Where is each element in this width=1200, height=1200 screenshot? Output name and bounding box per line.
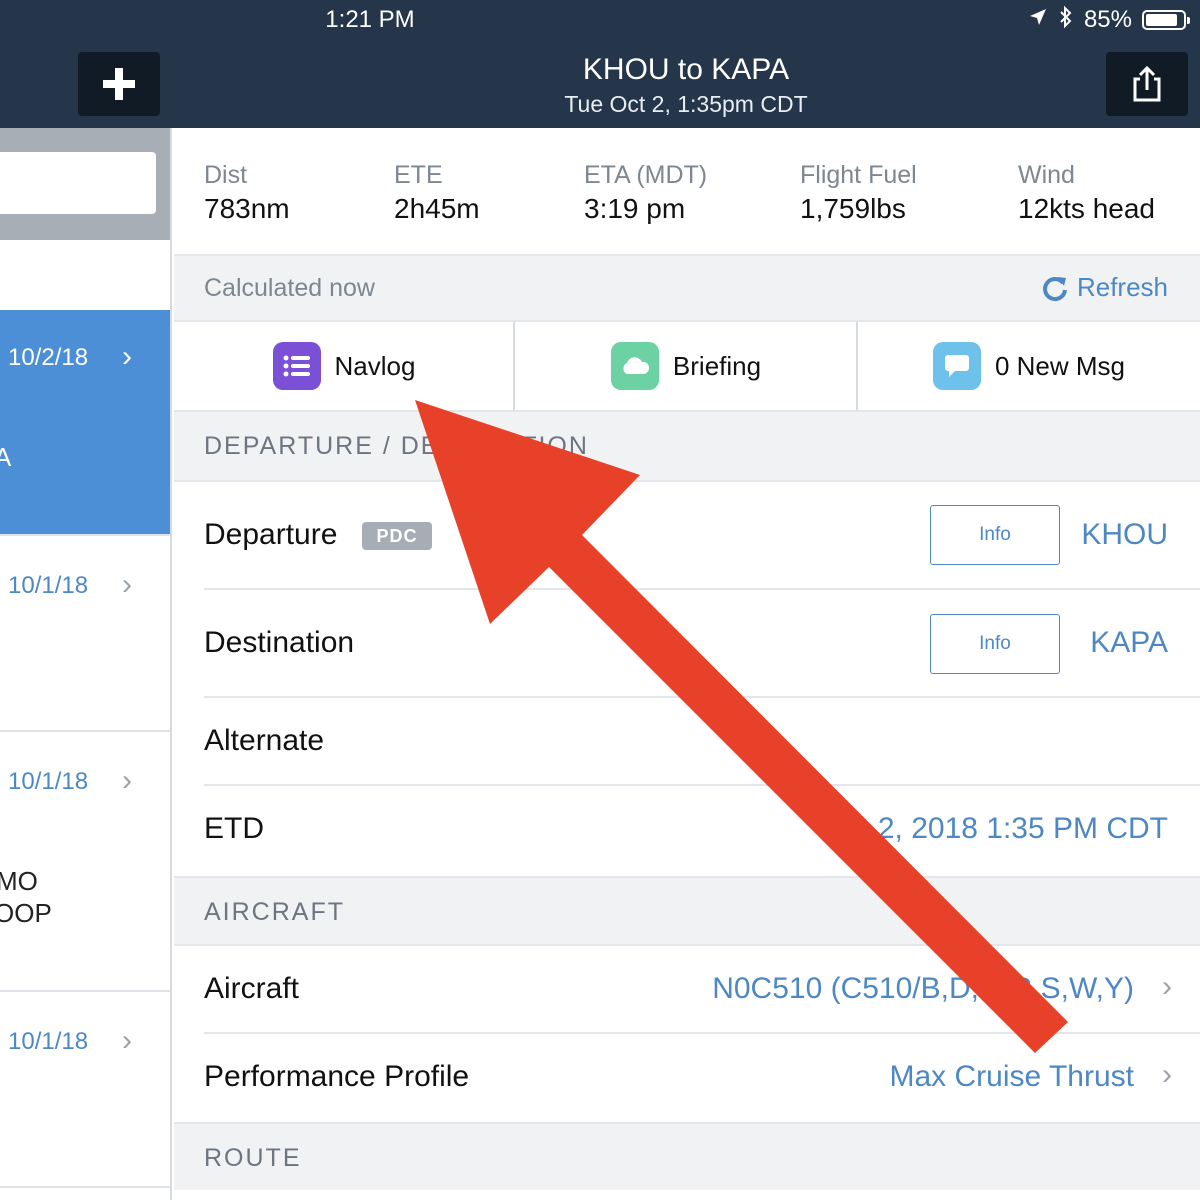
row-label: ETD: [204, 812, 264, 845]
row-label: Departure: [204, 518, 338, 551]
departure-airport[interactable]: KHOU: [1081, 518, 1168, 552]
pdc-badge: PDC: [362, 522, 432, 550]
battery-percent: 85%: [1083, 6, 1132, 33]
list-item[interactable]: 10/1/18 › MO OOP: [0, 732, 170, 992]
etd-value[interactable]: Oct 2, 2018 1:35 PM CDT: [823, 812, 1168, 846]
list-item-text: OOP: [0, 898, 52, 928]
stat-wind: Wind 12kts head: [1018, 158, 1155, 226]
destination-airport[interactable]: KAPA: [1090, 626, 1168, 660]
messages-label: 0 New Msg: [994, 350, 1126, 381]
row-destination[interactable]: Destination Info KAPA: [174, 590, 1200, 698]
messages-button[interactable]: 0 New Msg: [858, 322, 1200, 410]
location-icon: [1028, 6, 1048, 34]
row-label: Alternate: [204, 724, 325, 757]
row-departure[interactable]: Departure PDC Info KHOU: [174, 482, 1200, 590]
stat-label: Flight Fuel: [800, 161, 917, 189]
row-aircraft[interactable]: Aircraft N0C510 (C510/B,D,G,R,S,W,Y) ›: [174, 946, 1200, 1034]
chevron-right-icon: ›: [122, 340, 132, 373]
refresh-icon: [1043, 276, 1067, 301]
row-performance-profile[interactable]: Performance Profile Max Cruise Thrust ›: [174, 1034, 1200, 1122]
section-title: DEPARTURE / DESTINATION: [204, 432, 589, 460]
list-item[interactable]: 10/1/18 ›: [0, 992, 170, 1188]
bluetooth-icon: [1058, 5, 1074, 36]
search-input[interactable]: [0, 152, 156, 214]
sidebar-search-area: [0, 128, 170, 240]
stat-label: Dist: [204, 161, 248, 189]
performance-profile-value: Max Cruise Thrust: [889, 1060, 1134, 1093]
battery-level: [1146, 14, 1177, 26]
route-content: [174, 1190, 1200, 1200]
add-button[interactable]: [78, 52, 160, 116]
stat-label: ETA (MDT): [584, 161, 708, 189]
stat-value: 2h45m: [394, 193, 480, 224]
page-title: KHOU to KAPA: [582, 53, 790, 86]
list-item[interactable]: 10/1/18 ›: [0, 536, 170, 732]
list-item-date: 10/1/18: [8, 1028, 89, 1055]
chevron-right-icon: ›: [1162, 1058, 1172, 1091]
page-subtitle: Tue Oct 2, 1:35pm CDT: [564, 91, 808, 117]
section-header-route: ROUTE: [174, 1122, 1200, 1192]
stat-eta: ETA (MDT) 3:19 pm: [584, 158, 707, 226]
stat-label: Wind: [1018, 161, 1075, 189]
cloud-icon: [610, 342, 659, 390]
share-button[interactable]: [1106, 52, 1188, 116]
section-title: ROUTE: [204, 1144, 302, 1172]
calculated-bar: Calculated now Refresh: [174, 256, 1200, 322]
list-item[interactable]: 10/2/18 › A: [0, 310, 170, 536]
chevron-right-icon: ›: [122, 1024, 132, 1057]
departure-info-button[interactable]: Info: [930, 505, 1060, 565]
briefing-button[interactable]: Briefing: [515, 322, 857, 410]
sidebar: 10/2/18 › A 10/1/18 › 10/1/18 › MO OOP 1…: [0, 128, 172, 1200]
row-alternate[interactable]: Alternate: [174, 698, 1200, 786]
row-etd[interactable]: ETD Oct 2, 2018 1:35 PM CDT: [174, 786, 1200, 876]
flight-stats: Dist 783nm ETE 2h45m ETA (MDT) 3:19 pm F…: [174, 128, 1200, 256]
row-label: Aircraft: [204, 972, 300, 1005]
row-label: Performance Profile: [204, 1060, 470, 1093]
top-bar: 1:21 PM 85% KHOU to KAPA Tue Oct 2, 1:35…: [0, 0, 1200, 128]
stat-value: 12kts head: [1018, 193, 1155, 224]
chevron-right-icon: ›: [1162, 970, 1172, 1003]
list-item-date: 10/1/18: [8, 768, 89, 795]
chevron-right-icon: ›: [122, 568, 132, 601]
stat-value: 3:19 pm: [584, 193, 686, 224]
stat-value: 783nm: [204, 193, 290, 224]
share-icon: [1133, 65, 1161, 102]
chat-icon: [932, 342, 981, 390]
status-time: 1:21 PM: [325, 6, 415, 33]
refresh-label: Refresh: [1076, 272, 1168, 302]
section-header-departure: DEPARTURE / DESTINATION: [174, 412, 1200, 482]
status-indicators: 85%: [1028, 5, 1190, 36]
section-header-aircraft: AIRCRAFT: [174, 876, 1200, 946]
section-title: AIRCRAFT: [204, 898, 345, 926]
list-icon: [272, 342, 321, 390]
chevron-right-icon: ›: [122, 764, 132, 797]
aircraft-value: N0C510 (C510/B,D,G,R,S,W,Y): [712, 972, 1134, 1005]
list-item-date: 10/1/18: [8, 572, 89, 599]
plus-icon: [103, 68, 135, 100]
list-item-date: 10/2/18: [8, 344, 89, 371]
refresh-button[interactable]: Refresh: [1041, 272, 1168, 303]
navlog-button[interactable]: Navlog: [174, 322, 514, 410]
list-item-text: A: [0, 442, 11, 473]
action-bar: Navlog Briefing 0 New Msg: [174, 322, 1200, 412]
stat-flight-fuel: Flight Fuel 1,759lbs: [800, 158, 917, 226]
navlog-label: Navlog: [334, 350, 416, 381]
stat-ete: ETE 2h45m: [394, 158, 480, 226]
list-item-text: MO: [0, 866, 38, 896]
stat-value: 1,759lbs: [800, 193, 906, 224]
row-label: Destination: [204, 626, 355, 659]
destination-info-button[interactable]: Info: [930, 614, 1060, 674]
stat-label: ETE: [394, 161, 443, 189]
briefing-label: Briefing: [672, 350, 762, 381]
battery-icon: [1142, 10, 1190, 30]
stat-distance: Dist 783nm: [204, 158, 290, 226]
calculated-status: Calculated now: [204, 274, 375, 302]
